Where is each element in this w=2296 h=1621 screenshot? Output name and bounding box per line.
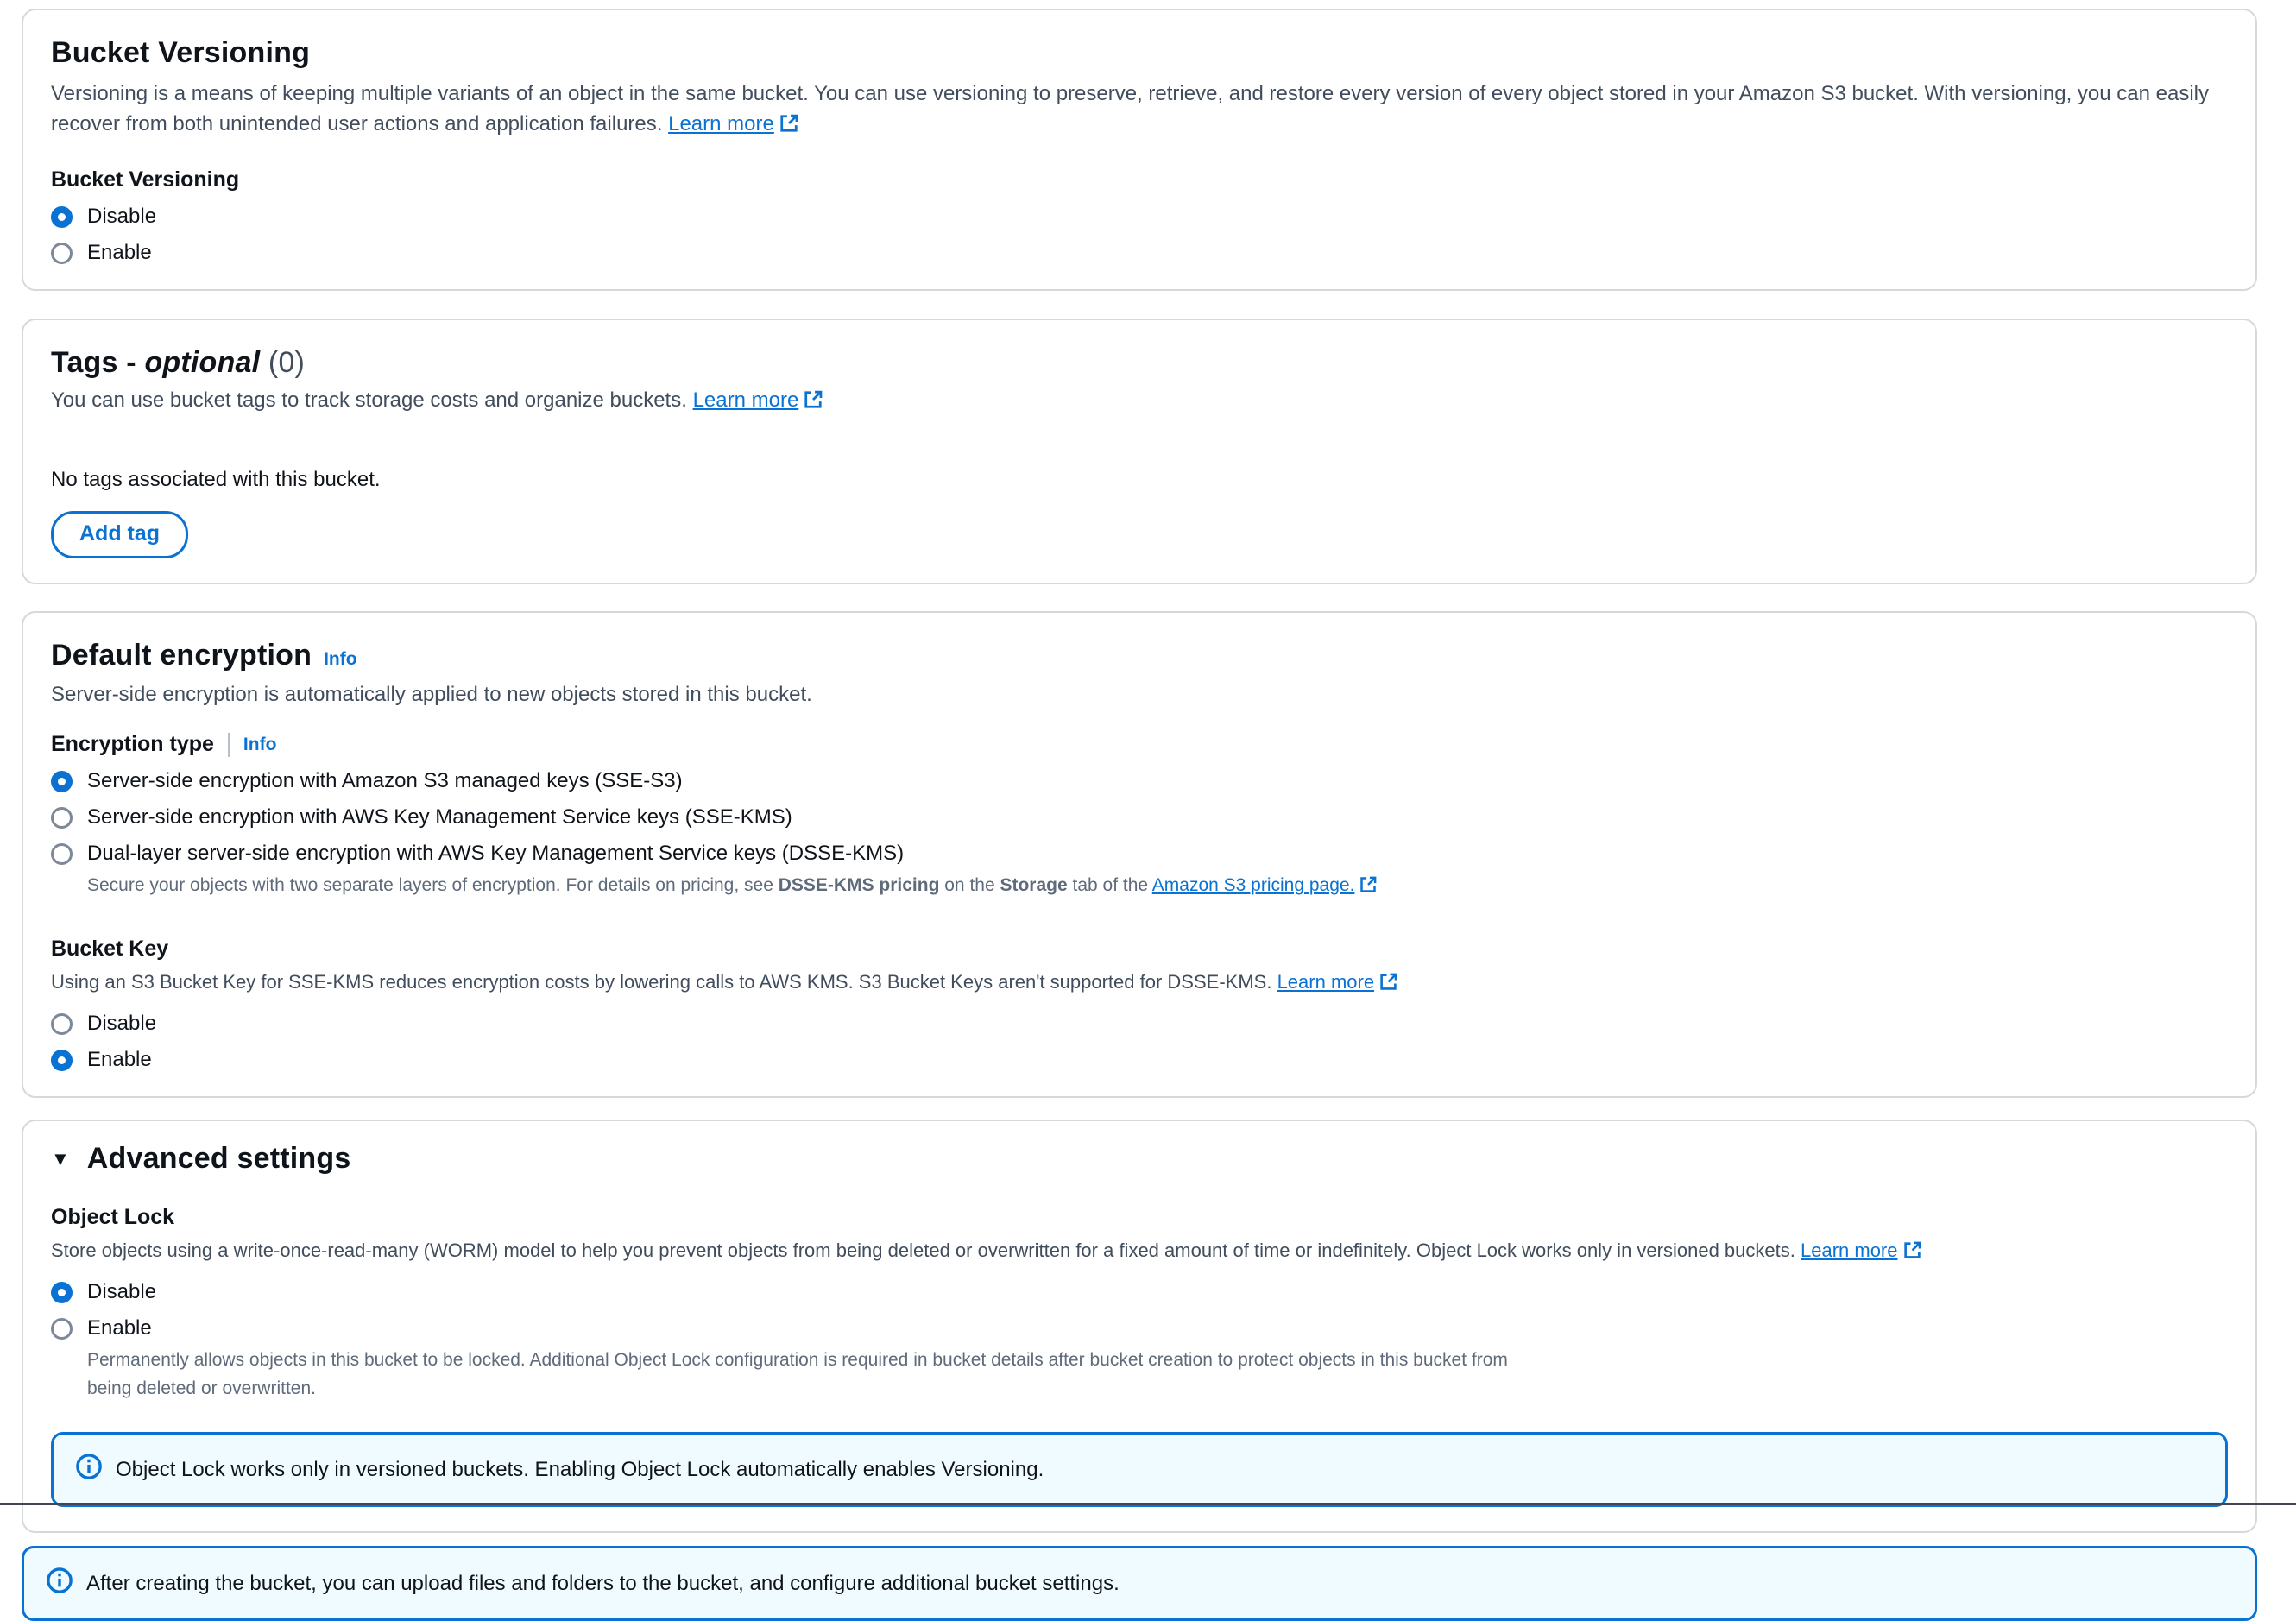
- bucket-versioning-title: Bucket Versioning: [51, 36, 2224, 70]
- radio-label: Server-side encryption with AWS Key Mana…: [87, 805, 792, 829]
- add-tag-button[interactable]: Add tag: [51, 511, 188, 558]
- bucket-versioning-field-label: Bucket Versioning: [51, 167, 2224, 192]
- tags-section: Tags - optional (0) You can use bucket t…: [22, 319, 2257, 584]
- bucket-versioning-section: Bucket Versioning Versioning is a means …: [22, 9, 2257, 291]
- bucket-key-learn-more-link[interactable]: Learn more: [1277, 971, 1398, 993]
- radio-icon: [51, 1013, 73, 1035]
- advanced-settings-title: Advanced settings: [87, 1142, 351, 1176]
- bottom-info-alert: After creating the bucket, you can uploa…: [22, 1546, 2257, 1621]
- object-lock-enable-note: Permanently allows objects in this bucke…: [87, 1346, 1555, 1403]
- bucket-key-description: Using an S3 Bucket Key for SSE-KMS reduc…: [51, 967, 2224, 1000]
- bucket-key-radio-enable[interactable]: Enable: [51, 1048, 152, 1072]
- bucket-key-label: Bucket Key: [51, 937, 2224, 962]
- radio-label: Enable: [87, 1048, 152, 1072]
- default-encryption-description: Server-side encryption is automatically …: [51, 679, 2224, 710]
- info-circle-icon: [47, 1567, 73, 1599]
- radio-label: Disable: [87, 1280, 156, 1304]
- external-link-icon: [804, 388, 823, 418]
- object-lock-description: Store objects using a write-once-read-ma…: [51, 1235, 2224, 1268]
- default-encryption-section: Default encryption Info Server-side encr…: [22, 611, 2257, 1098]
- tags-learn-more-link[interactable]: Learn more: [693, 388, 823, 412]
- radio-icon: [51, 1050, 73, 1071]
- dsse-kms-note: Secure your objects with two separate la…: [87, 871, 2159, 902]
- encryption-radio-dsse-kms[interactable]: Dual-layer server-side encryption with A…: [51, 842, 904, 866]
- versioning-radio-disable[interactable]: Disable: [51, 205, 156, 229]
- vertical-divider: [228, 733, 230, 757]
- radio-label: Enable: [87, 1316, 152, 1340]
- object-lock-info-alert: Object Lock works only in versioned buck…: [51, 1432, 2228, 1507]
- radio-icon: [51, 1282, 73, 1303]
- caret-down-icon: ▼: [51, 1148, 70, 1170]
- versioning-radio-enable[interactable]: Enable: [51, 241, 152, 265]
- radio-label: Disable: [87, 1012, 156, 1036]
- advanced-settings-toggle[interactable]: ▼ Advanced settings: [51, 1142, 350, 1176]
- s3-pricing-page-link[interactable]: Amazon S3 pricing page.: [1152, 875, 1378, 895]
- radio-icon: [51, 807, 73, 829]
- external-link-icon: [1379, 969, 1397, 1000]
- encryption-type-info-link[interactable]: Info: [243, 735, 276, 755]
- external-link-icon: [1903, 1238, 1921, 1268]
- default-encryption-info-link[interactable]: Info: [324, 649, 356, 670]
- versioning-learn-more-link[interactable]: Learn more: [668, 112, 798, 136]
- bucket-key-radio-disable[interactable]: Disable: [51, 1012, 156, 1036]
- object-lock-learn-more-link[interactable]: Learn more: [1801, 1239, 1921, 1261]
- advanced-settings-section: ▼ Advanced settings Object Lock Store ob…: [22, 1120, 2257, 1533]
- object-lock-radio-enable[interactable]: Enable: [51, 1316, 152, 1340]
- alert-text: After creating the bucket, you can uploa…: [86, 1572, 1120, 1596]
- radio-label: Disable: [87, 205, 156, 229]
- encryption-radio-sse-s3[interactable]: Server-side encryption with Amazon S3 ma…: [51, 769, 683, 793]
- default-encryption-title: Default encryption: [51, 639, 312, 672]
- radio-label: Enable: [87, 241, 152, 265]
- external-link-icon: [779, 111, 798, 142]
- object-lock-label: Object Lock: [51, 1205, 2224, 1230]
- radio-icon: [51, 243, 73, 264]
- object-lock-radio-disable[interactable]: Disable: [51, 1280, 156, 1304]
- page-bottom-divider: [0, 1503, 2296, 1505]
- external-link-icon: [1359, 874, 1377, 902]
- encryption-radio-sse-kms[interactable]: Server-side encryption with AWS Key Mana…: [51, 805, 792, 829]
- radio-icon: [51, 1318, 73, 1340]
- bucket-versioning-description: Versioning is a means of keeping multipl…: [51, 79, 2224, 142]
- radio-icon: [51, 843, 73, 865]
- tags-description: You can use bucket tags to track storage…: [51, 385, 2224, 418]
- tags-empty-text: No tags associated with this bucket.: [51, 468, 2224, 492]
- radio-label: Dual-layer server-side encryption with A…: [87, 842, 904, 866]
- encryption-type-label: Encryption type: [51, 732, 214, 757]
- info-circle-icon: [76, 1454, 102, 1485]
- alert-text: Object Lock works only in versioned buck…: [116, 1458, 1044, 1482]
- tags-title: Tags - optional (0): [51, 346, 2224, 380]
- radio-label: Server-side encryption with Amazon S3 ma…: [87, 769, 683, 793]
- radio-icon: [51, 771, 73, 792]
- radio-icon: [51, 206, 73, 228]
